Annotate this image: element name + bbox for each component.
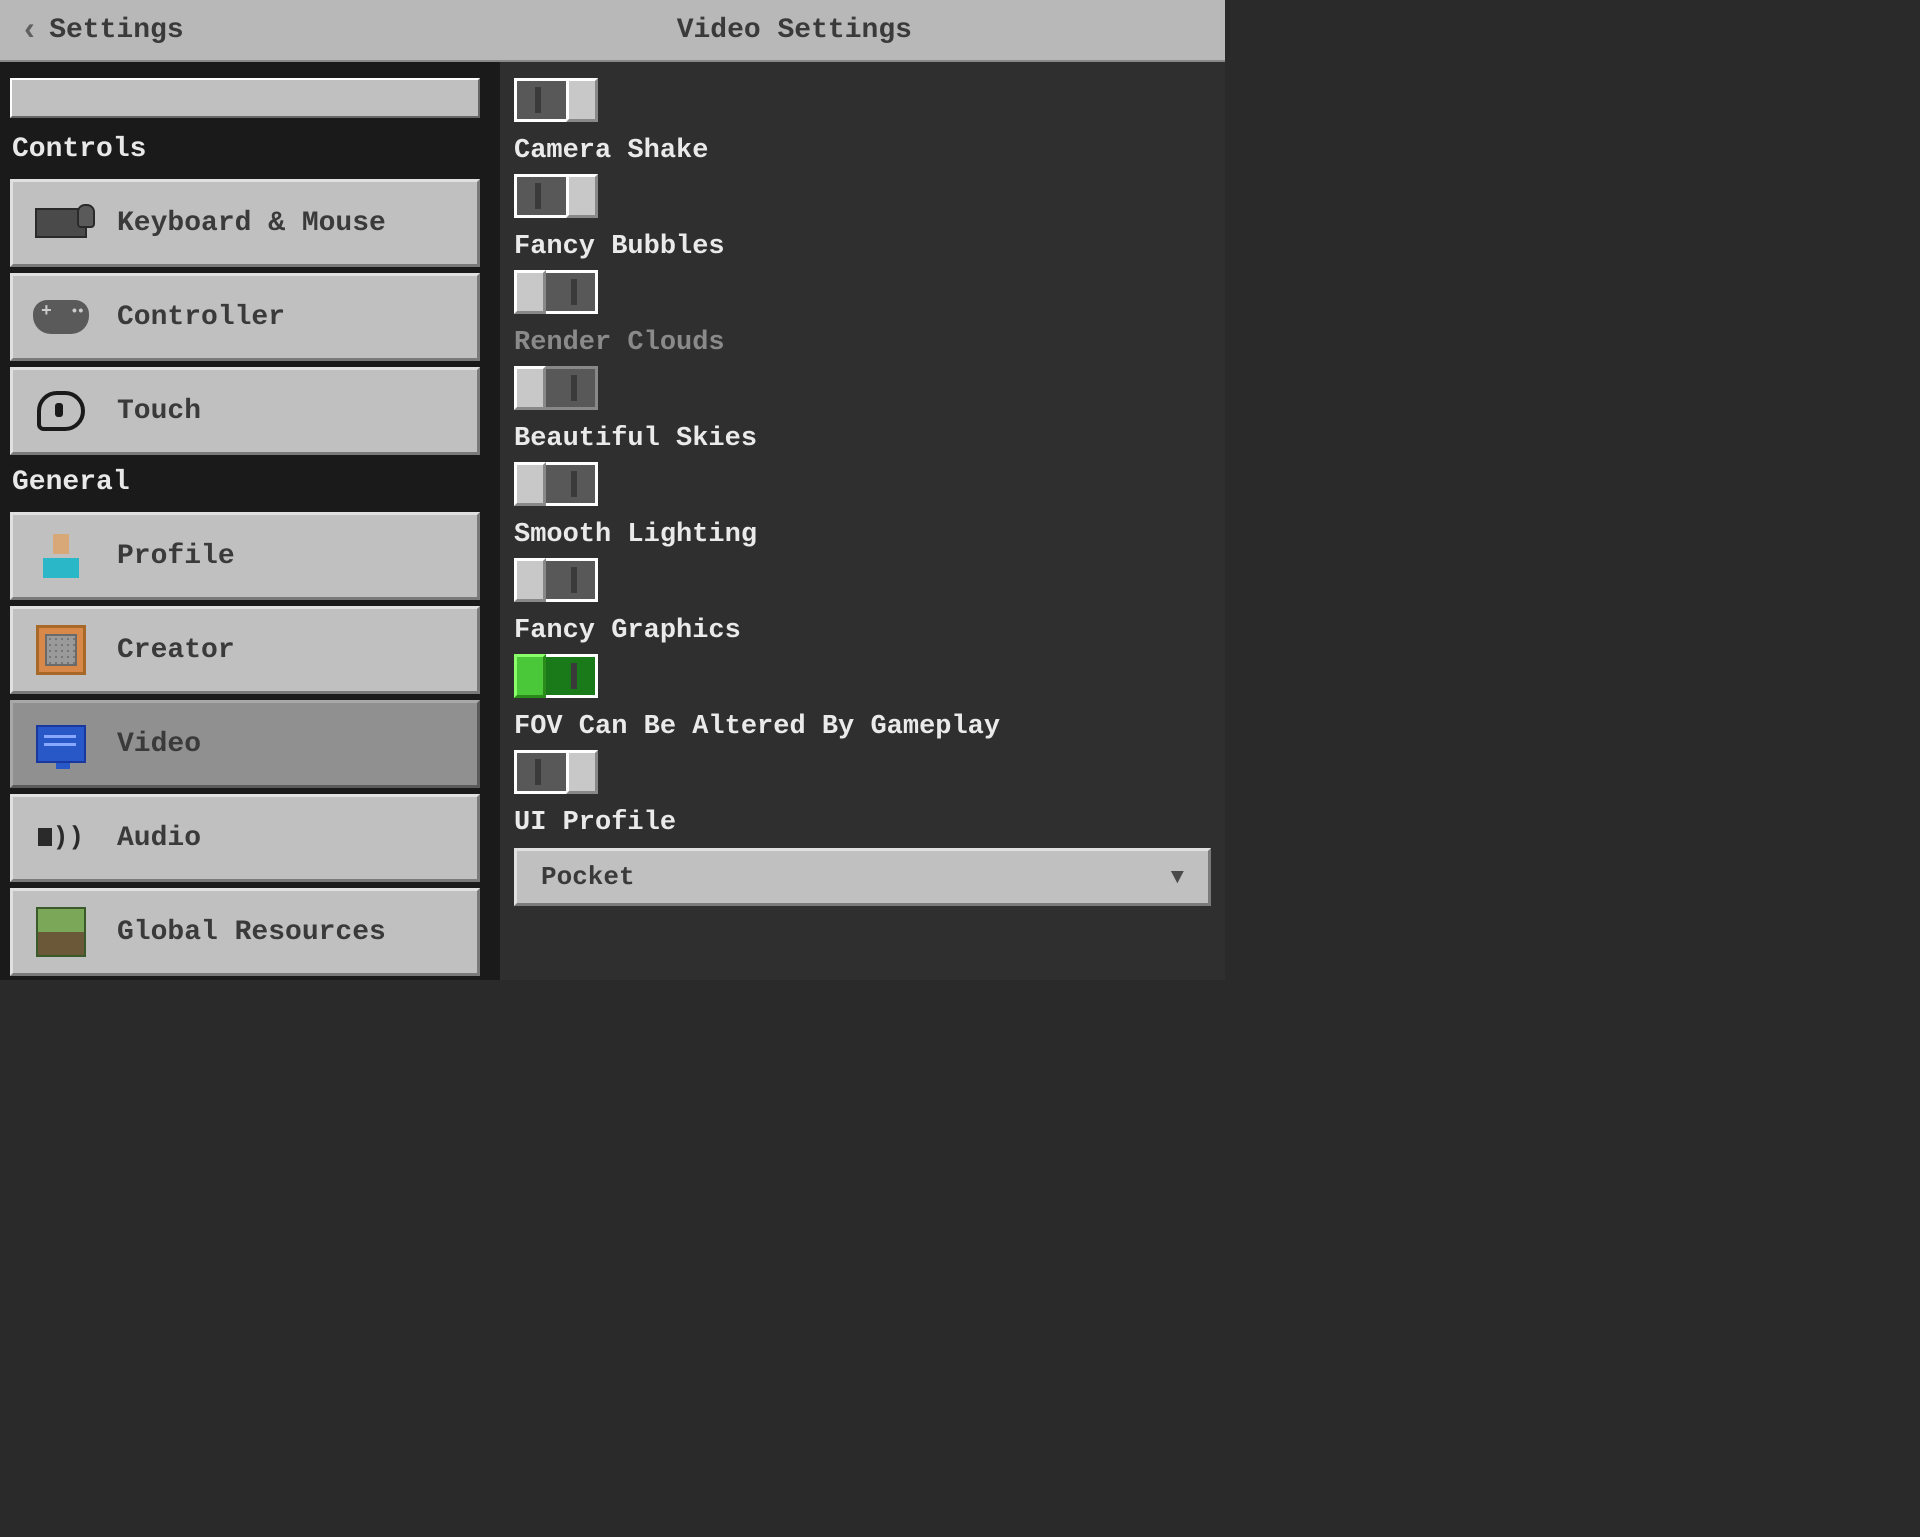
section-header-controls: Controls <box>0 128 490 173</box>
chevron-down-icon: ▼ <box>1171 865 1184 890</box>
sidebar-item-label: Audio <box>117 823 201 854</box>
sidebar-item-label: Creator <box>117 635 235 666</box>
sidebar-item-label: Controller <box>117 302 285 333</box>
setting-label: FOV Can Be Altered By Gameplay <box>514 712 1211 742</box>
sidebar-item-keyboard-mouse[interactable]: Keyboard & Mouse <box>10 179 480 267</box>
sidebar-item-audio[interactable]: Audio <box>10 794 480 882</box>
setting-ui-profile: UI Profile Pocket ▼ <box>514 808 1211 906</box>
setting-label: Beautiful Skies <box>514 424 1211 454</box>
sidebar-item-touch[interactable]: Touch <box>10 367 480 455</box>
touch-icon <box>33 383 89 439</box>
setting-label: Smooth Lighting <box>514 520 1211 550</box>
sidebar-item-profile[interactable]: Profile <box>10 512 480 600</box>
toggle-fancy-bubbles[interactable] <box>514 270 598 314</box>
setting-label: Camera Shake <box>514 136 1211 166</box>
header-bar: ‹ Settings Video Settings <box>0 0 1225 62</box>
sidebar-item-label: Keyboard & Mouse <box>117 208 386 239</box>
keyboard-icon <box>33 195 89 251</box>
toggle-camera-shake[interactable] <box>514 174 598 218</box>
sidebar-item-controller[interactable]: Controller <box>10 273 480 361</box>
sidebar-item-blank[interactable] <box>10 78 480 118</box>
setting-smooth-lighting: Smooth Lighting <box>514 520 1211 602</box>
sidebar-item-label: Global Resources <box>117 917 386 948</box>
sidebar-item-video[interactable]: Video <box>10 700 480 788</box>
setting-render-clouds: Render Clouds <box>514 328 1211 410</box>
sidebar: Controls Keyboard & Mouse Controller Tou… <box>0 62 490 980</box>
back-label: Settings <box>49 15 183 46</box>
section-header-general: General <box>0 461 490 506</box>
dropdown-value: Pocket <box>541 862 635 892</box>
sidebar-item-label: Video <box>117 729 201 760</box>
setting-label: Render Clouds <box>514 328 1211 358</box>
setting-label: Fancy Bubbles <box>514 232 1211 262</box>
setting-fancy-graphics: Fancy Graphics <box>514 616 1211 698</box>
setting-camera-shake: Camera Shake <box>514 136 1211 218</box>
back-button[interactable]: ‹ Settings <box>20 12 184 49</box>
page-title: Video Settings <box>384 15 1205 46</box>
content-panel: Camera Shake Fancy Bubbles Render Clouds… <box>500 62 1225 980</box>
toggle-unknown[interactable] <box>514 78 598 122</box>
setting-beautiful-skies: Beautiful Skies <box>514 424 1211 506</box>
dropdown-ui-profile[interactable]: Pocket ▼ <box>514 848 1211 906</box>
sidebar-item-creator[interactable]: Creator <box>10 606 480 694</box>
creator-icon <box>33 622 89 678</box>
globe-icon <box>33 904 89 960</box>
toggle-fov-altered[interactable] <box>514 750 598 794</box>
controller-icon <box>33 289 89 345</box>
sidebar-item-label: Profile <box>117 541 235 572</box>
toggle-smooth-lighting[interactable] <box>514 558 598 602</box>
setting-fancy-bubbles: Fancy Bubbles <box>514 232 1211 314</box>
chevron-left-icon: ‹ <box>20 12 39 49</box>
setting-unknown-toggle <box>514 78 1211 122</box>
sidebar-item-label: Touch <box>117 396 201 427</box>
setting-label: Fancy Graphics <box>514 616 1211 646</box>
audio-icon <box>33 810 89 866</box>
toggle-fancy-graphics[interactable] <box>514 654 598 698</box>
divider <box>490 62 500 980</box>
toggle-render-clouds <box>514 366 598 410</box>
setting-label: UI Profile <box>514 808 1211 838</box>
setting-fov-altered: FOV Can Be Altered By Gameplay <box>514 712 1211 794</box>
sidebar-item-global-resources[interactable]: Global Resources <box>10 888 480 976</box>
video-icon <box>33 716 89 772</box>
toggle-beautiful-skies[interactable] <box>514 462 598 506</box>
profile-icon <box>33 528 89 584</box>
